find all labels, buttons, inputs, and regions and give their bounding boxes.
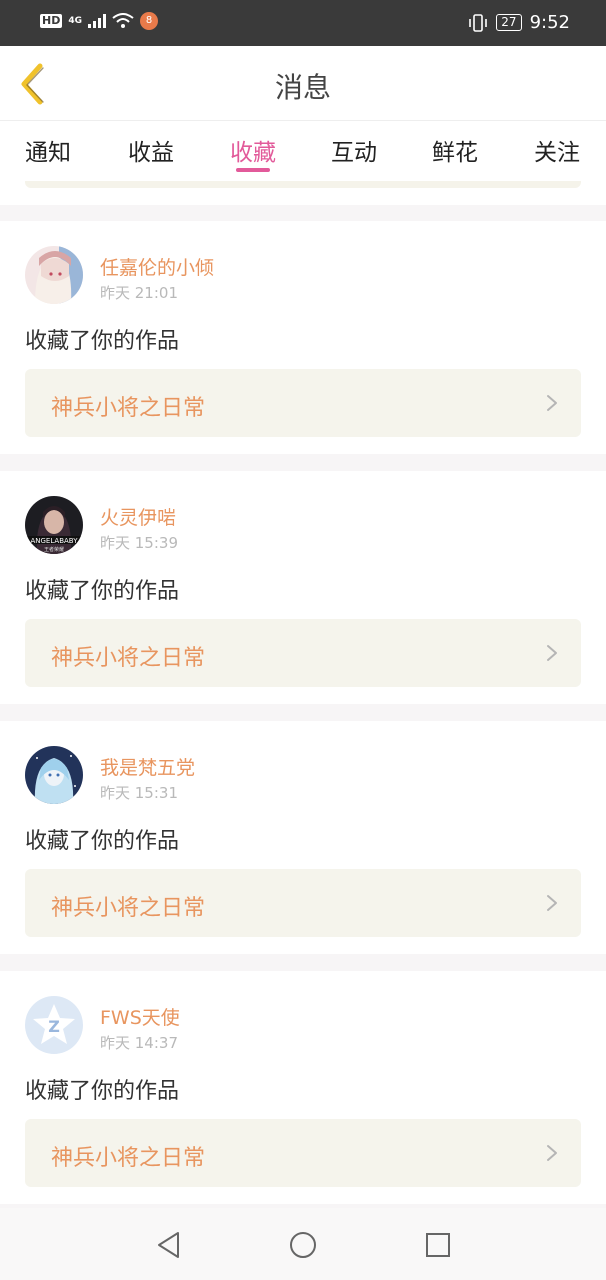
notification-card: ANGELABABY 王者荣耀 火灵伊啱 昨天 15:39 收藏了你的作品 神兵…: [0, 471, 606, 704]
work-title: 神兵小将之日常: [51, 896, 206, 921]
notification-badge: 8: [140, 12, 158, 30]
signal-icon: [88, 14, 106, 28]
home-circle-icon[interactable]: [286, 1228, 320, 1262]
action-text: 收藏了你的作品: [25, 329, 180, 354]
timestamp: 昨天 15:31: [100, 784, 178, 802]
tab-favorites[interactable]: 收藏: [213, 133, 293, 167]
clock: 9:52: [529, 12, 570, 33]
avatar[interactable]: ANGELABABY 王者荣耀: [25, 496, 83, 554]
previous-work-box-remnant: [25, 181, 581, 188]
avatar[interactable]: [25, 246, 83, 304]
timestamp: 昨天 14:37: [100, 1034, 178, 1052]
svg-text:王者荣耀: 王者荣耀: [44, 546, 64, 553]
status-bar: HD 4G 8 27 9:52: [0, 0, 606, 46]
user-name[interactable]: 任嘉伦的小倾: [100, 253, 214, 280]
app-header: 消息: [0, 46, 606, 121]
tab-bar: 通知 收益 收藏 互动 鲜花 关注: [0, 121, 606, 181]
avatar[interactable]: [25, 746, 83, 804]
tab-earnings[interactable]: 收益: [111, 133, 191, 167]
chevron-right-icon: [547, 395, 557, 411]
user-name[interactable]: FWS天使: [100, 1003, 180, 1030]
vibrate-icon: [469, 13, 488, 32]
user-name[interactable]: 火灵伊啱: [100, 503, 176, 530]
tab-following[interactable]: 关注: [517, 133, 597, 167]
notification-card: Z FWS天使 昨天 14:37 收藏了你的作品 神兵小将之日常: [0, 971, 606, 1204]
notification-card: 我是梵五党 昨天 15:31 收藏了你的作品 神兵小将之日常: [0, 721, 606, 954]
status-left: HD 4G 8: [40, 12, 158, 30]
work-link[interactable]: 神兵小将之日常: [25, 869, 581, 937]
work-title: 神兵小将之日常: [51, 1146, 206, 1171]
chevron-right-icon: [547, 645, 557, 661]
timestamp: 昨天 15:39: [100, 534, 178, 552]
svg-text:Z: Z: [48, 1017, 60, 1036]
back-triangle-icon[interactable]: [152, 1228, 186, 1262]
work-link[interactable]: 神兵小将之日常: [25, 369, 581, 437]
battery-indicator: 27: [496, 14, 522, 31]
svg-text:ANGELABABY: ANGELABABY: [30, 537, 78, 545]
active-tab-indicator: [236, 168, 270, 172]
timestamp: 昨天 21:01: [100, 284, 178, 302]
work-link[interactable]: 神兵小将之日常: [25, 619, 581, 687]
chevron-right-icon: [547, 895, 557, 911]
work-title: 神兵小将之日常: [51, 646, 206, 671]
action-text: 收藏了你的作品: [25, 579, 180, 604]
status-right: 27 9:52: [468, 12, 570, 33]
notification-card: 任嘉伦的小倾 昨天 21:01 收藏了你的作品 神兵小将之日常: [0, 221, 606, 454]
work-title: 神兵小将之日常: [51, 396, 206, 421]
network-indicator: 4G: [68, 16, 82, 26]
chevron-right-icon: [547, 1145, 557, 1161]
avatar[interactable]: Z: [25, 996, 83, 1054]
hd-indicator: HD: [40, 14, 63, 28]
work-link[interactable]: 神兵小将之日常: [25, 1119, 581, 1187]
user-name[interactable]: 我是梵五党: [100, 753, 195, 780]
system-nav-bar: [0, 1208, 606, 1280]
tab-notifications[interactable]: 通知: [8, 133, 88, 167]
recents-square-icon[interactable]: [421, 1228, 455, 1262]
wifi-icon: [112, 13, 134, 28]
previous-card-remnant: [0, 181, 606, 205]
tab-flowers[interactable]: 鲜花: [415, 133, 495, 167]
action-text: 收藏了你的作品: [25, 1079, 180, 1104]
page-title: 消息: [274, 71, 331, 104]
action-text: 收藏了你的作品: [25, 829, 180, 854]
tab-interactions[interactable]: 互动: [314, 133, 394, 167]
